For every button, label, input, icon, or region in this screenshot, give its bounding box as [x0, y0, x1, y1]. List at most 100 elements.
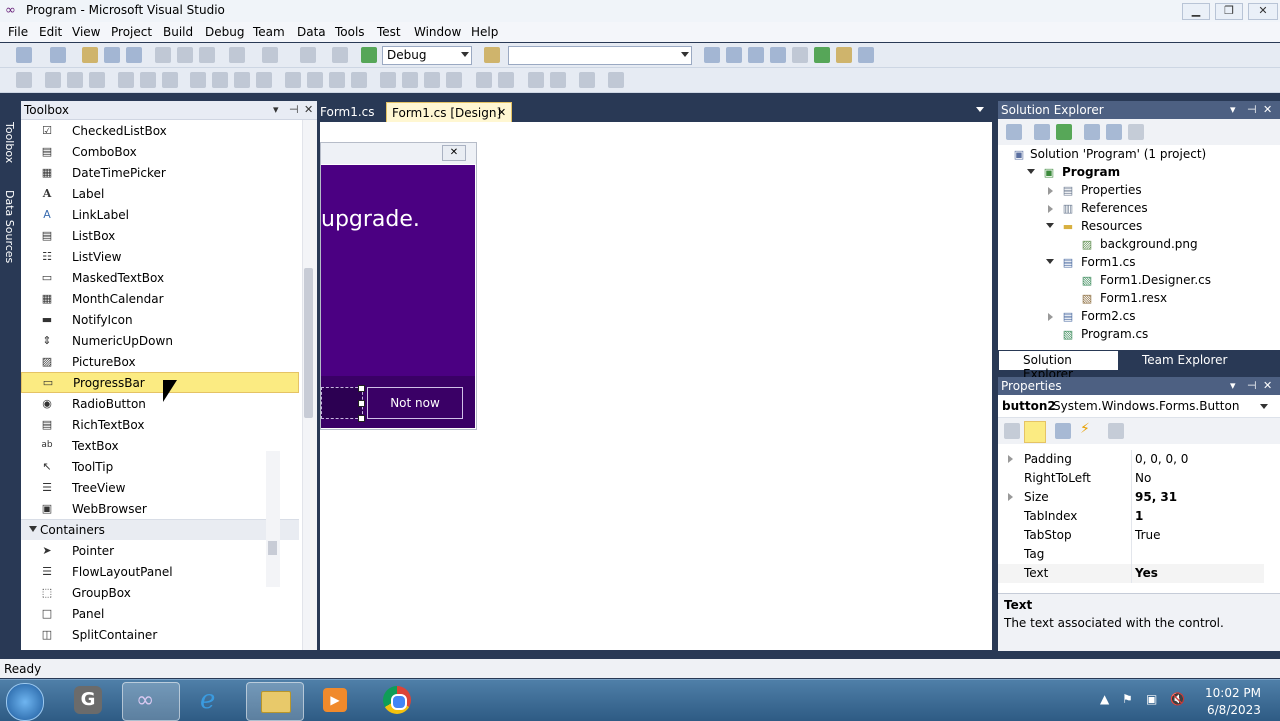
- make-same-size-icon[interactable]: [256, 72, 272, 88]
- property-value[interactable]: 0, 0, 0, 0: [1135, 452, 1188, 466]
- command-window-icon[interactable]: [858, 47, 874, 63]
- paste-icon[interactable]: [199, 47, 215, 63]
- property-row[interactable]: TabStop True: [998, 526, 1264, 545]
- new-project-icon[interactable]: [16, 47, 32, 63]
- pin-icon[interactable]: ⊣: [1247, 379, 1257, 392]
- class-diagram-icon[interactable]: [1128, 124, 1144, 140]
- navigate-forward-icon[interactable]: [332, 47, 348, 63]
- tab-order-icon[interactable]: [579, 72, 595, 88]
- toolbox-item[interactable]: ☰ TreeView: [21, 477, 299, 498]
- expand-open-icon[interactable]: [1046, 259, 1054, 264]
- yes-button-selected[interactable]: [321, 385, 365, 422]
- property-row[interactable]: Padding 0, 0, 0, 0: [998, 450, 1264, 469]
- tab-team-explorer[interactable]: Team Explorer: [1122, 351, 1232, 370]
- property-row[interactable]: RightToLeft No: [998, 469, 1264, 488]
- navigate-backward-icon[interactable]: [300, 47, 316, 63]
- refresh-icon[interactable]: [1056, 124, 1072, 140]
- toolbox-item[interactable]: ☰ FlowLayoutPanel: [21, 561, 299, 582]
- dropdown-icon[interactable]: ▾: [1230, 103, 1236, 116]
- side-tab-toolbox[interactable]: Toolbox: [3, 122, 16, 163]
- tree-item[interactable]: ▤ Properties: [998, 182, 1278, 200]
- property-value[interactable]: True: [1135, 528, 1161, 542]
- expand-closed-icon[interactable]: [1048, 205, 1053, 213]
- clock-date[interactable]: 6/8/2023: [1207, 703, 1261, 717]
- pin-icon[interactable]: ⊣: [1247, 103, 1257, 116]
- align-bottoms-icon[interactable]: [162, 72, 178, 88]
- start-orb-icon[interactable]: [6, 683, 44, 721]
- vertical-spacing-icon[interactable]: [380, 72, 396, 88]
- pin-icon[interactable]: ⊣: [289, 103, 299, 116]
- toolbox-icon[interactable]: [770, 47, 786, 63]
- tools-icon[interactable]: [792, 47, 808, 63]
- not-now-button[interactable]: Not now: [367, 387, 463, 419]
- toolbox-item[interactable]: □ Panel: [21, 603, 299, 624]
- document-list-chevron-icon[interactable]: [976, 107, 984, 112]
- platform-dropdown[interactable]: [508, 46, 692, 65]
- toolbox-item[interactable]: ▣ WebBrowser: [21, 498, 299, 519]
- properties-window-icon[interactable]: [726, 47, 742, 63]
- menu-edit[interactable]: Edit: [39, 25, 62, 39]
- send-to-back-icon[interactable]: [550, 72, 566, 88]
- start-debugging-icon[interactable]: [361, 47, 377, 63]
- expand-closed-icon[interactable]: [1008, 455, 1013, 463]
- object-browser-icon[interactable]: [748, 47, 764, 63]
- make-same-height-icon[interactable]: [234, 72, 250, 88]
- increase-h-spacing-icon[interactable]: [307, 72, 323, 88]
- center-horizontally-icon[interactable]: [476, 72, 492, 88]
- categorized-icon[interactable]: [1004, 423, 1020, 439]
- tree-item[interactable]: ▧ Form1.Designer.cs: [998, 272, 1278, 290]
- toolbox-item[interactable]: ☑ CheckedListBox: [21, 120, 299, 141]
- view-code-icon[interactable]: [1084, 124, 1100, 140]
- action-center-flag-icon[interactable]: ⚑: [1122, 692, 1133, 706]
- undo-icon[interactable]: [229, 47, 245, 63]
- property-value[interactable]: 95, 31: [1135, 490, 1177, 504]
- taskbar-internet-explorer-icon[interactable]: e: [186, 682, 242, 719]
- toolbox-item[interactable]: A Label: [21, 183, 299, 204]
- tab-form1-code[interactable]: Form1.cs: [320, 102, 378, 122]
- menu-project[interactable]: Project: [111, 25, 152, 39]
- cut-icon[interactable]: [155, 47, 171, 63]
- taskbar-file-explorer-icon[interactable]: [246, 682, 304, 721]
- tab-solution-explorer[interactable]: Solution Explorer: [999, 351, 1118, 381]
- save-icon[interactable]: [104, 47, 120, 63]
- lock-controls-icon[interactable]: [608, 72, 624, 88]
- toolbox-item[interactable]: ▦ MonthCalendar: [21, 288, 299, 309]
- toolbox-item[interactable]: ▤ ListBox: [21, 225, 299, 246]
- close-window-button[interactable]: ✕: [1248, 3, 1278, 20]
- tray-overflow-icon[interactable]: ▲: [1100, 692, 1109, 706]
- properties-scroll-thumb[interactable]: [268, 541, 277, 555]
- network-icon[interactable]: ▣: [1146, 692, 1157, 706]
- menu-tools[interactable]: Tools: [335, 25, 365, 39]
- toolbox-item[interactable]: ▭ TabControl: [21, 645, 299, 650]
- tab-form1-design[interactable]: Form1.cs [Design] ✕: [386, 102, 512, 123]
- property-value[interactable]: 1: [1135, 509, 1143, 523]
- remove-v-spacing-icon[interactable]: [446, 72, 462, 88]
- taskbar-chrome-icon[interactable]: [370, 682, 426, 719]
- copy-icon[interactable]: [177, 47, 193, 63]
- toolbox-item[interactable]: ◫ SplitContainer: [21, 624, 299, 645]
- align-lefts-icon[interactable]: [45, 72, 61, 88]
- restore-button[interactable]: ❐: [1215, 3, 1243, 20]
- horizontal-spacing-icon[interactable]: [285, 72, 301, 88]
- tree-item[interactable]: ▣ Program: [998, 164, 1278, 182]
- align-tops-icon[interactable]: [118, 72, 134, 88]
- find-in-files-icon[interactable]: [484, 47, 500, 63]
- menu-view[interactable]: View: [72, 25, 100, 39]
- add-item-icon[interactable]: [50, 47, 66, 63]
- properties-scrollbar[interactable]: [266, 451, 280, 587]
- increase-v-spacing-icon[interactable]: [402, 72, 418, 88]
- center-vertically-icon[interactable]: [498, 72, 514, 88]
- toolbox-item[interactable]: ⇕ NumericUpDown: [21, 330, 299, 351]
- save-all-icon[interactable]: [126, 47, 142, 63]
- tree-item[interactable]: ▥ References: [998, 200, 1278, 218]
- tree-item[interactable]: ▤ Form2.cs: [998, 308, 1278, 326]
- toolbox-item[interactable]: ▭ MaskedTextBox: [21, 267, 299, 288]
- toolbox-item[interactable]: ▦ DateTimePicker: [21, 162, 299, 183]
- toolbox-item[interactable]: ↖ ToolTip: [21, 456, 299, 477]
- expand-open-icon[interactable]: [1027, 169, 1035, 174]
- tree-item[interactable]: ▧ Program.cs: [998, 326, 1278, 344]
- object-selector-dropdown[interactable]: button2 System.Windows.Forms.Button: [998, 395, 1280, 418]
- align-rights-icon[interactable]: [89, 72, 105, 88]
- close-icon[interactable]: ✕: [1263, 379, 1272, 392]
- tree-item[interactable]: ▣ Solution 'Program' (1 project): [998, 146, 1278, 164]
